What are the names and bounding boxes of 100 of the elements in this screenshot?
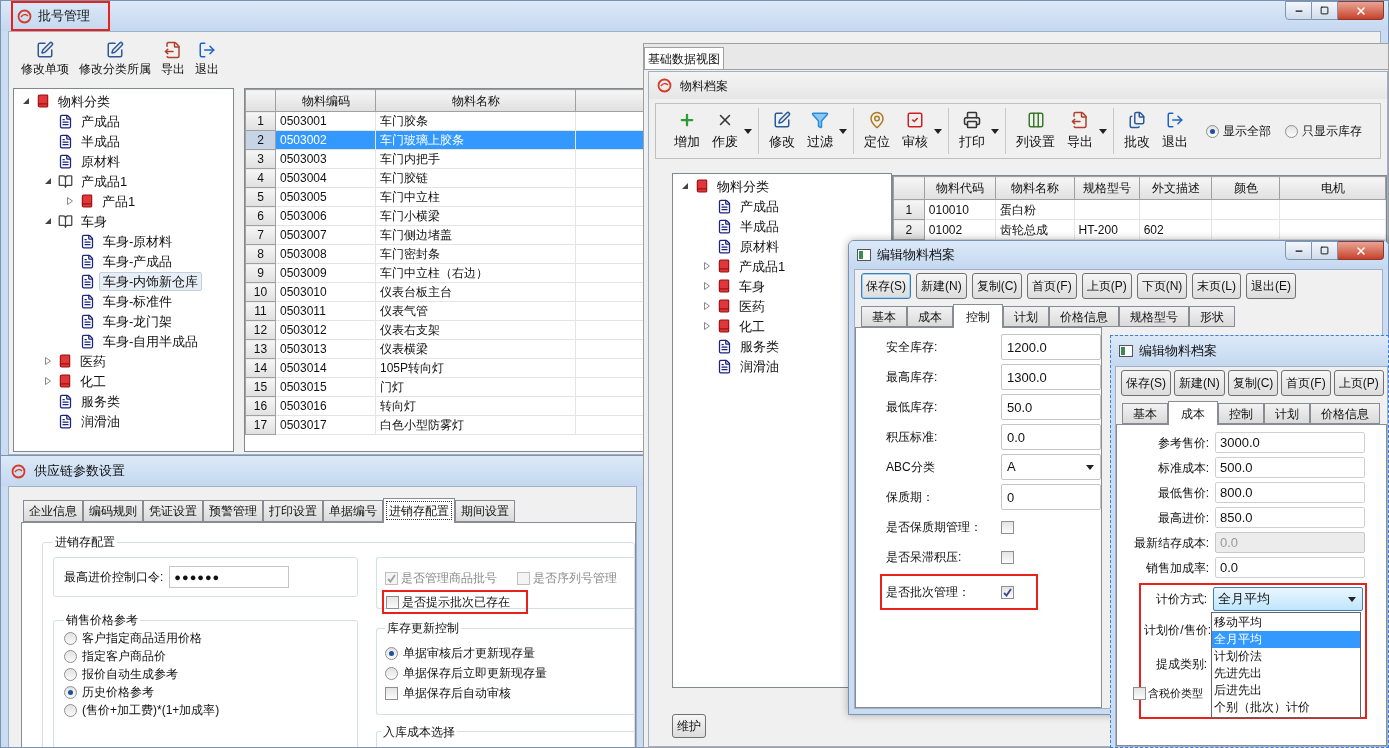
caret-icon[interactable] xyxy=(991,128,999,134)
checkbox[interactable] xyxy=(1001,550,1014,564)
toolbar-button[interactable]: 新建(N) xyxy=(1174,370,1225,396)
tree-item[interactable]: 润滑油 xyxy=(77,411,124,431)
tab[interactable]: 基本 xyxy=(1122,403,1168,424)
tree-item[interactable]: 原材料 xyxy=(736,236,783,256)
table-row[interactable]: 4 0503004 车门胶链 xyxy=(245,168,645,188)
input-field[interactable]: 3000.0 xyxy=(1215,432,1365,453)
checkbox[interactable] xyxy=(1001,520,1014,534)
radio-button[interactable] xyxy=(64,631,77,645)
toolbar-button[interactable]: 定位 xyxy=(860,110,894,152)
tree-item[interactable]: 产成品 xyxy=(77,111,124,131)
tab[interactable]: 基础数据视图 xyxy=(644,47,724,69)
toolbar-button[interactable]: 打印 xyxy=(955,110,989,152)
table-row[interactable]: 13 0503013 仪表横梁 xyxy=(245,339,645,359)
tab[interactable]: 成本 xyxy=(907,306,953,327)
table-row[interactable]: 10 0503010 仪表台板主台 xyxy=(245,282,645,302)
tab[interactable]: 计划 xyxy=(1003,306,1049,327)
toolbar-button[interactable]: 增加 xyxy=(670,110,704,152)
tab[interactable]: 控制 xyxy=(953,304,1003,328)
input-field[interactable]: 800.0 xyxy=(1215,482,1365,503)
checkbox[interactable] xyxy=(386,595,399,609)
table-row[interactable]: 15 0503015 门灯 xyxy=(245,377,645,397)
expand-arrow-icon[interactable] xyxy=(44,377,52,385)
collapse-arrow-icon[interactable] xyxy=(681,182,689,190)
input-field[interactable]: 500.0 xyxy=(1215,457,1365,478)
close-button[interactable] xyxy=(1338,241,1384,260)
expand-arrow-icon[interactable] xyxy=(703,322,711,330)
table-row[interactable]: 8 0503008 车门密封条 xyxy=(245,244,645,264)
tree-item[interactable]: 润滑油 xyxy=(736,356,783,376)
tab[interactable]: 价格信息 xyxy=(1310,403,1380,424)
radio-button[interactable] xyxy=(64,649,77,663)
checkbox[interactable] xyxy=(1133,686,1146,700)
tree-item[interactable]: 半成品 xyxy=(77,131,124,151)
tab[interactable]: 控制 xyxy=(1218,403,1264,424)
tree-item[interactable]: 产成品1 xyxy=(77,171,132,191)
tree-item[interactable]: 医药 xyxy=(735,296,769,316)
dropdown-option[interactable]: 后进先出 xyxy=(1212,682,1360,699)
maximize-button[interactable] xyxy=(1312,241,1338,260)
tree-item[interactable]: 医药 xyxy=(76,351,110,371)
radio-button[interactable] xyxy=(385,646,398,660)
input-field[interactable]: 1200.0 xyxy=(1001,334,1101,360)
tab[interactable]: 单据编号 xyxy=(323,500,383,522)
collapse-arrow-icon[interactable] xyxy=(44,177,52,185)
tree-item[interactable]: 车身-内饰新仓库 xyxy=(99,271,203,291)
tab[interactable]: 基本 xyxy=(861,306,907,327)
dropdown-option[interactable]: 计划价法 xyxy=(1212,648,1360,665)
tree-item[interactable]: 服务类 xyxy=(736,336,783,356)
radio-button[interactable] xyxy=(64,667,77,681)
toolbar-button[interactable]: 首页(F) xyxy=(1281,370,1331,396)
radio-button[interactable] xyxy=(1206,124,1219,138)
tab[interactable]: 规格型号 xyxy=(1119,306,1189,327)
toolbar-button[interactable]: 退出(E) xyxy=(1246,273,1296,299)
maximize-button[interactable] xyxy=(1312,1,1338,20)
table-row[interactable]: 1 0503001 车门胶条 xyxy=(245,111,645,131)
input-field[interactable]: 0 xyxy=(1001,484,1101,510)
toolbar-button[interactable]: 上页(P) xyxy=(1081,273,1132,299)
tree-item[interactable]: 车身-自用半成品 xyxy=(99,331,203,351)
table-row[interactable]: 12 0503012 仪表右支架 xyxy=(245,320,645,340)
checkbox[interactable] xyxy=(1001,585,1014,599)
table-row[interactable]: 14 0503014 105P转向灯 xyxy=(245,358,645,378)
maintain-button[interactable]: 维护 xyxy=(672,714,706,738)
table-row[interactable]: 7 0503007 车门侧边堵盖 xyxy=(245,225,645,245)
toolbar-button[interactable]: 导出 xyxy=(159,41,187,78)
toolbar-button[interactable]: 下页(N) xyxy=(1136,273,1188,299)
expand-arrow-icon[interactable] xyxy=(703,262,711,270)
input-field[interactable]: 850.0 xyxy=(1215,507,1365,528)
table-row[interactable]: 6 0503006 车门小横梁 xyxy=(245,206,645,226)
tree-item[interactable]: 车身 xyxy=(77,211,111,231)
tab[interactable]: 价格信息 xyxy=(1049,306,1119,327)
toolbar-button[interactable]: 退出 xyxy=(193,41,221,78)
toolbar-button[interactable]: 过滤 xyxy=(803,110,837,152)
tree-item[interactable]: 产成品1 xyxy=(735,256,790,276)
tree-item[interactable]: 物料分类 xyxy=(54,91,114,111)
toolbar-button[interactable]: 退出 xyxy=(1158,110,1192,152)
tab[interactable]: 计划 xyxy=(1264,403,1310,424)
toolbar-button[interactable]: 复制(C) xyxy=(1227,370,1279,396)
toolbar-button[interactable]: 保存(S) xyxy=(861,273,911,299)
tab[interactable]: 编码规则 xyxy=(83,500,143,522)
tree-item[interactable]: 车身 xyxy=(735,276,769,296)
tab[interactable]: 成本 xyxy=(1168,401,1218,425)
dropdown-option[interactable]: 个别（批次）计价 xyxy=(1212,699,1360,716)
toolbar-button[interactable]: 列设置 xyxy=(1012,110,1059,152)
checkbox[interactable] xyxy=(385,686,398,700)
toolbar-button[interactable]: 复制(C) xyxy=(971,273,1023,299)
toolbar-button[interactable]: 审核 xyxy=(898,110,932,152)
caret-icon[interactable] xyxy=(934,128,942,134)
collapse-arrow-icon[interactable] xyxy=(44,217,52,225)
close-button[interactable] xyxy=(1338,1,1384,20)
expand-arrow-icon[interactable] xyxy=(44,357,52,365)
radio-button[interactable] xyxy=(1285,124,1298,138)
input-field[interactable]: 1300.0 xyxy=(1001,364,1101,390)
table-row[interactable]: 3 0503003 车门内把手 xyxy=(245,149,645,169)
expand-arrow-icon[interactable] xyxy=(66,197,74,205)
caret-icon[interactable] xyxy=(1099,128,1107,134)
input-field[interactable]: 50.0 xyxy=(1001,394,1101,420)
collapse-arrow-icon[interactable] xyxy=(22,97,30,105)
expand-arrow-icon[interactable] xyxy=(703,282,711,290)
caret-icon[interactable] xyxy=(744,128,752,134)
minimize-button[interactable] xyxy=(1285,1,1312,20)
